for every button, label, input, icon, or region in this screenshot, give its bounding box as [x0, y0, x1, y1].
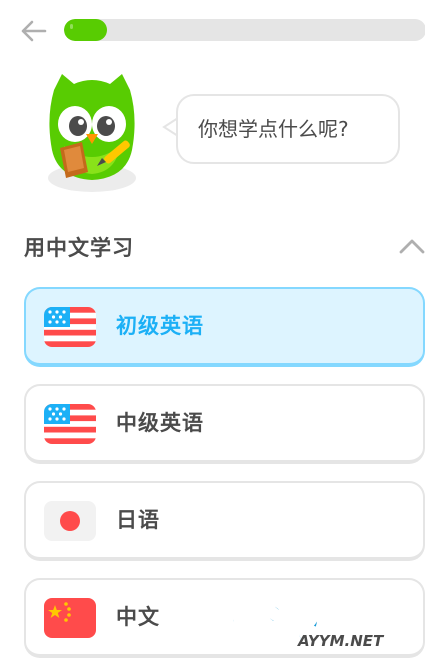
us-flag-icon	[44, 307, 96, 347]
owl-mascot	[42, 68, 142, 196]
back-button[interactable]	[18, 16, 48, 46]
course-option-japanese[interactable]: 日语	[24, 481, 425, 561]
us-flag-icon	[44, 404, 96, 444]
lesson-progress-bar	[64, 19, 425, 41]
course-option-label: 日语	[116, 508, 160, 532]
section-title: 用中文学习	[24, 236, 134, 260]
progress-fill	[64, 19, 108, 41]
course-option-label: 初级英语	[116, 314, 204, 338]
course-option-intermediate-english[interactable]: 中级英语	[24, 384, 425, 464]
chevron-up-icon	[399, 239, 425, 254]
course-option-label: 中文	[116, 605, 160, 629]
course-option-beginner-english[interactable]: 初级英语	[24, 287, 425, 367]
owl-mascot-icon	[48, 74, 136, 192]
progress-shine	[70, 24, 74, 29]
china-flag-icon	[44, 598, 96, 638]
speech-bubble: 你想学点什么呢?	[176, 94, 400, 164]
speech-bubble-text: 你想学点什么呢?	[198, 117, 349, 141]
top-bar	[0, 0, 425, 60]
arrow-left-icon	[21, 20, 47, 42]
section-header: 用中文学习	[0, 228, 425, 268]
course-option-label: 中级英语	[116, 411, 204, 435]
collapse-section-button[interactable]	[398, 236, 425, 256]
course-option-chinese[interactable]: 中文	[24, 578, 425, 658]
japan-flag-icon	[44, 501, 96, 541]
